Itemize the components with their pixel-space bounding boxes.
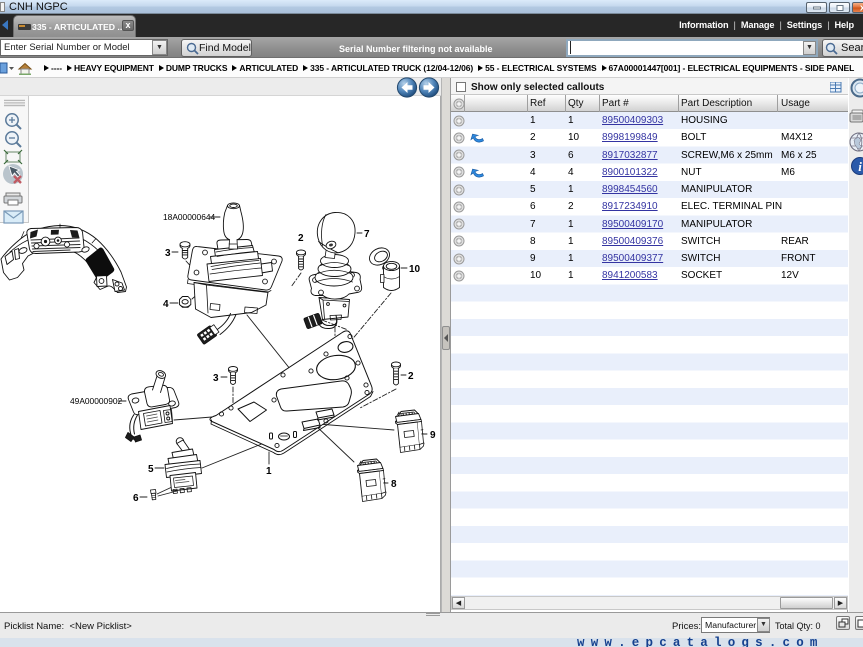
svg-text:3: 3 [213,373,219,384]
svg-text:10: 10 [409,264,421,275]
svg-text:5: 5 [148,464,154,475]
svg-text:9: 9 [430,430,436,441]
svg-text:49A00000902: 49A00000902 [70,396,123,406]
svg-text:8: 8 [391,479,397,490]
svg-text:7: 7 [364,229,370,240]
svg-text:2: 2 [298,233,304,244]
svg-text:3: 3 [165,248,171,259]
svg-text:2: 2 [408,371,414,382]
svg-text:6: 6 [133,493,139,504]
svg-text:i: i [858,159,862,174]
svg-text:4: 4 [163,299,169,310]
svg-text:1: 1 [266,466,272,477]
svg-text:18A00000644: 18A00000644 [163,212,216,222]
